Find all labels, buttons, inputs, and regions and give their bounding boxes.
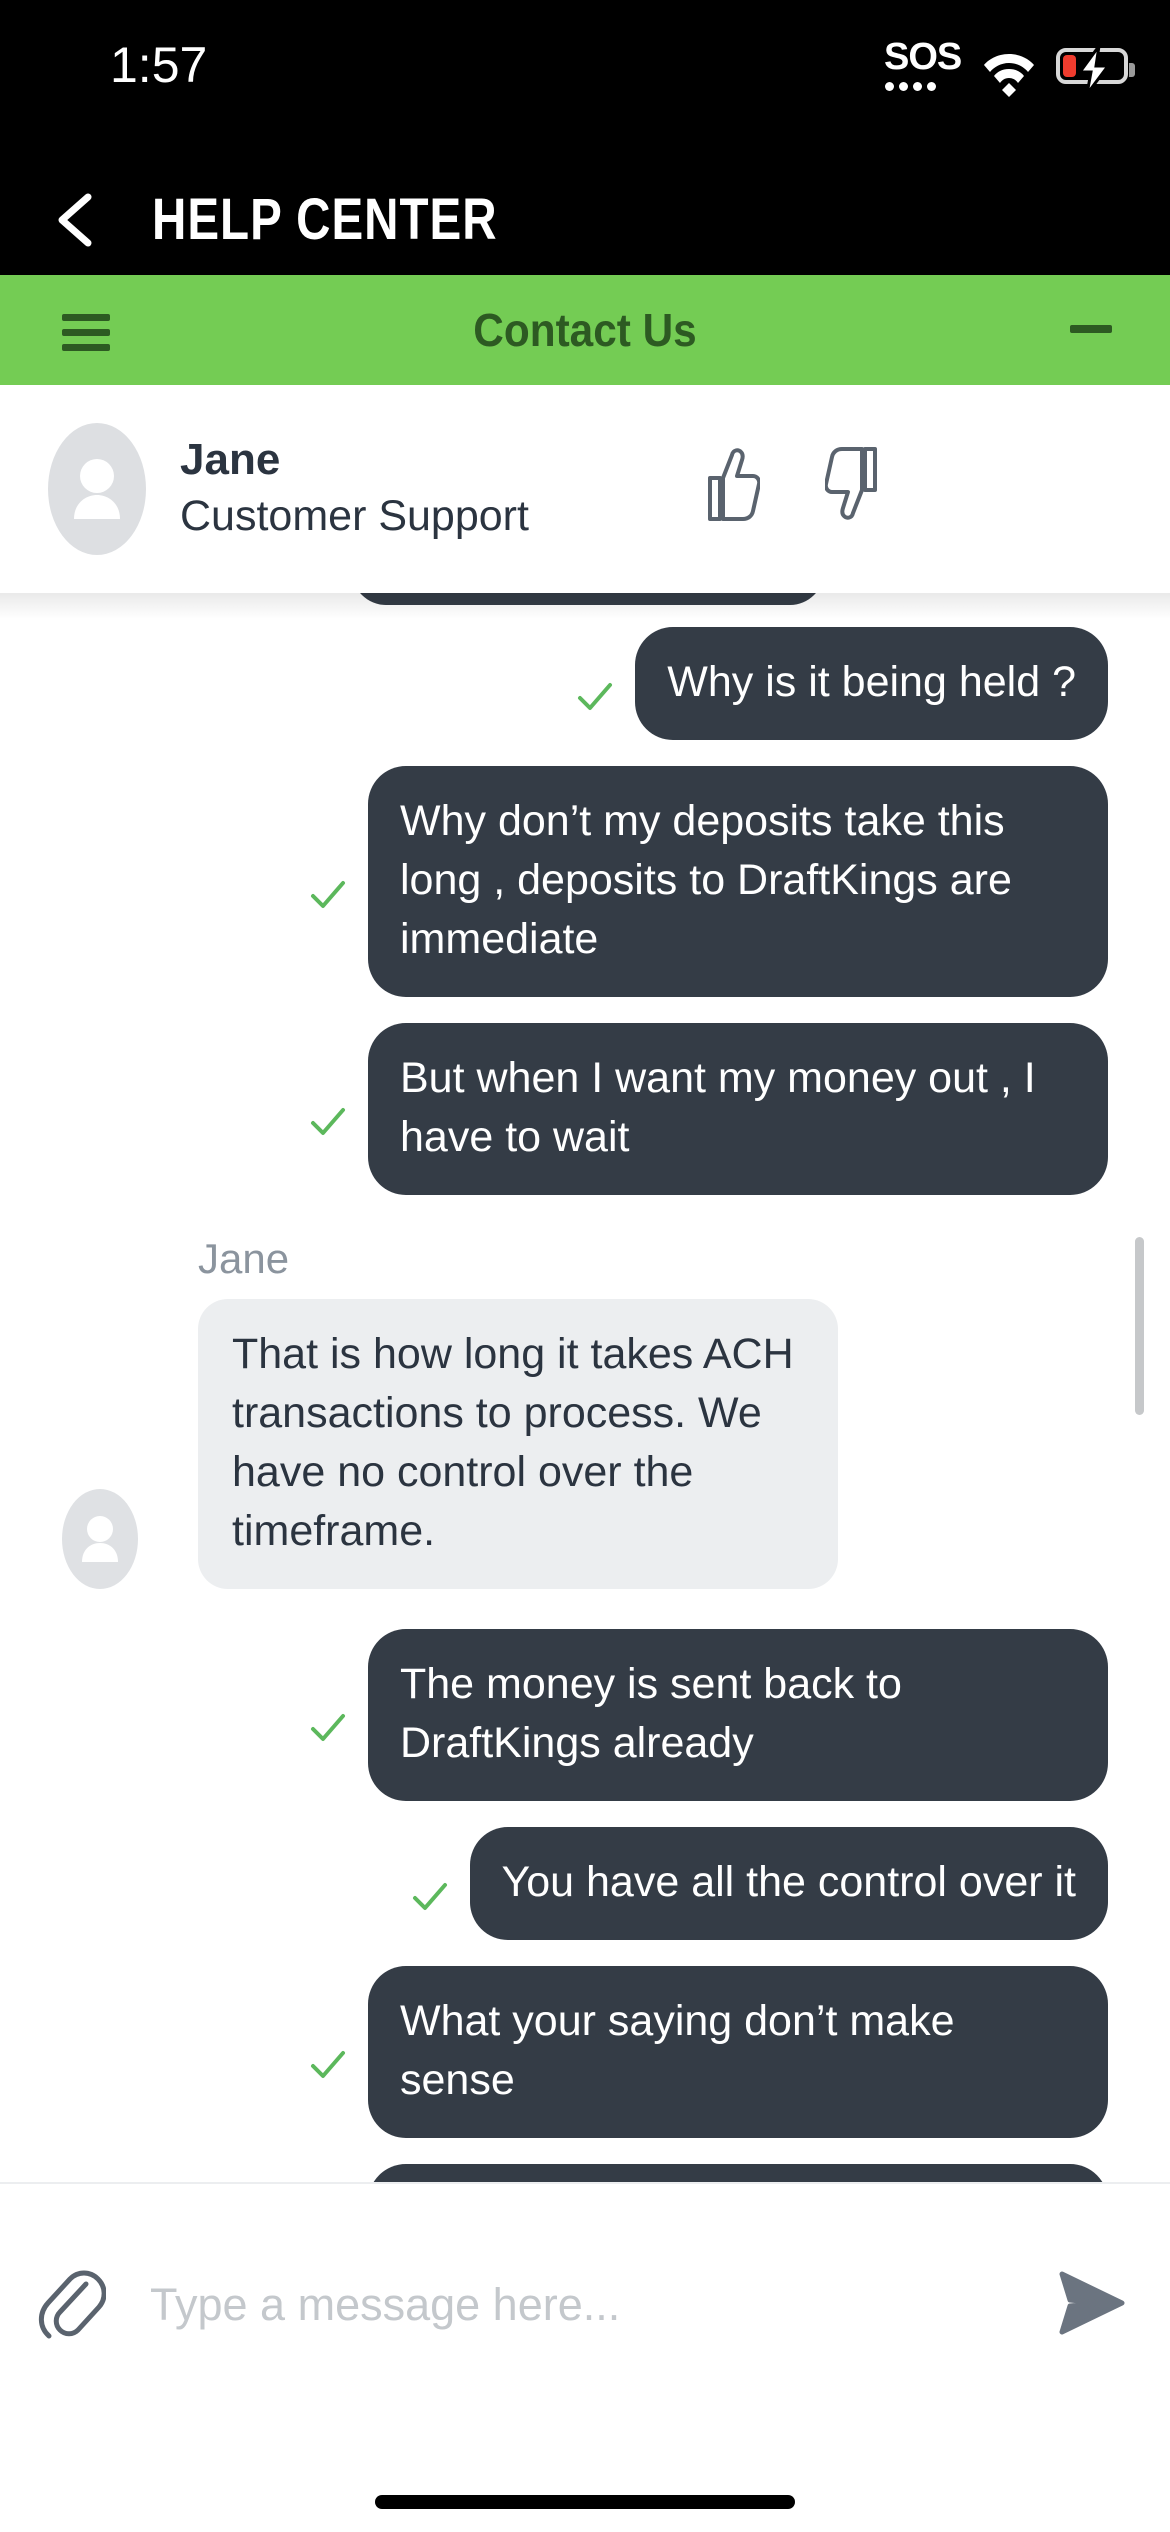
paperclip-icon[interactable]	[36, 2266, 107, 2340]
message-bubble-outgoing[interactable]: You have all the control over it	[412, 1827, 1108, 1940]
clipped-message-bubble	[352, 593, 824, 605]
message-row-outgoing: Why don’t my deposits take this long , d…	[0, 766, 1170, 997]
agent-role: Customer Support	[180, 492, 529, 540]
message-row-outgoing: You have all the control over it	[0, 1827, 1170, 1940]
message-input[interactable]	[150, 2272, 1000, 2338]
thumbs-down-icon[interactable]	[823, 445, 895, 523]
chat-widget-title: Contact Us	[473, 304, 697, 356]
message-row-outgoing: Why is it being held ?	[0, 627, 1170, 740]
nav-bar: HELP CENTER	[0, 165, 1170, 275]
avatar	[48, 423, 146, 555]
page-title: HELP CENTER	[152, 187, 498, 252]
chevron-left-icon[interactable]	[46, 189, 106, 251]
signal-dots-icon	[885, 82, 962, 91]
message-bubble-outgoing[interactable]: What your saying don’t make sense	[311, 1966, 1108, 2138]
minimize-icon[interactable]	[1070, 325, 1112, 333]
message-list[interactable]: Why is it being held ? Why don’t my depo…	[0, 593, 1170, 2182]
check-icon	[310, 867, 346, 908]
message-bubble-outgoing[interactable]: The money is sent back to DraftKings alr…	[311, 1629, 1108, 1801]
wifi-icon	[982, 40, 1036, 98]
message-text: That is how long it takes ACH transactio…	[232, 1330, 794, 1555]
message-text: What your saying don’t make sense	[400, 1997, 955, 2104]
agent-header: Jane Customer Support	[0, 385, 1170, 593]
battery-charging-icon	[1056, 46, 1135, 94]
scrollbar-thumb[interactable]	[1135, 1237, 1144, 1415]
agent-name: Jane	[180, 435, 281, 484]
message-row-outgoing: The money is sent back to DraftKings alr…	[0, 1629, 1170, 1801]
message-row-outgoing: What your saying don’t make sense	[0, 1966, 1170, 2138]
message-bubble-incoming[interactable]: That is how long it takes ACH transactio…	[198, 1299, 838, 1589]
status-bar-indicators: SOS	[884, 38, 1135, 98]
message-sender-label: Jane	[198, 1235, 290, 1282]
message-bubble-outgoing[interactable]: Why don’t my deposits take this long , d…	[311, 766, 1108, 997]
check-icon	[310, 1700, 346, 1741]
message-row-outgoing: You guys better get use to hearing from …	[0, 2164, 1170, 2182]
message-bubble-outgoing[interactable]: You guys better get use to hearing from …	[368, 2164, 1108, 2182]
check-icon	[412, 1869, 448, 1910]
sos-indicator: SOS	[884, 38, 962, 98]
thumbs-up-icon[interactable]	[690, 445, 762, 523]
check-icon	[310, 1094, 346, 1135]
message-composer	[0, 2184, 1170, 2420]
send-icon[interactable]	[1056, 2270, 1128, 2336]
contact-us-bar: Contact Us	[0, 275, 1170, 385]
message-text: The money is sent back to DraftKings alr…	[400, 1660, 902, 1767]
home-indicator	[375, 2495, 795, 2509]
status-bar: 1:57 SOS	[0, 0, 1170, 165]
status-bar-time: 1:57	[110, 37, 208, 93]
check-icon	[310, 2037, 346, 2078]
message-row-incoming: That is how long it takes ACH transactio…	[0, 1299, 1170, 1589]
message-text: Why don’t my deposits take this long , d…	[400, 797, 1012, 963]
sos-label: SOS	[884, 36, 962, 78]
phone-screen: 1:57 SOS HELP CENTER Contact Us Jane Cus…	[0, 0, 1170, 2532]
message-row-outgoing: But when I want my money out , I have to…	[0, 1023, 1170, 1195]
message-text: Why is it being held ?	[667, 658, 1076, 706]
check-icon	[577, 669, 613, 710]
message-text: But when I want my money out , I have to…	[400, 1054, 1036, 1161]
message-bubble-outgoing[interactable]: Why is it being held ?	[578, 627, 1108, 740]
message-bubble-outgoing[interactable]: But when I want my money out , I have to…	[311, 1023, 1108, 1195]
avatar	[62, 1489, 138, 1589]
message-text: You have all the control over it	[501, 1858, 1077, 1906]
